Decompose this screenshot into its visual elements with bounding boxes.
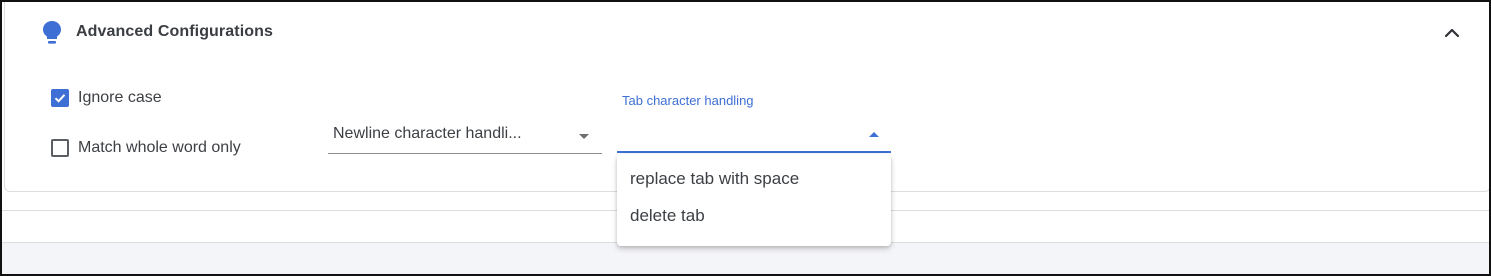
menu-item-delete-tab[interactable]: delete tab: [617, 197, 891, 234]
tab-handling-select[interactable]: [617, 116, 891, 153]
caret-up-icon: [869, 132, 879, 137]
panel-title: Advanced Configurations: [76, 23, 273, 40]
chevron-up-icon[interactable]: [1439, 21, 1465, 45]
screen: Advanced Configurations Ignore case Matc…: [0, 0, 1491, 276]
ignore-case-checkbox[interactable]: Ignore case: [51, 89, 162, 107]
menu-item-replace-tab[interactable]: replace tab with space: [617, 160, 891, 197]
lightbulb-icon: [41, 19, 63, 47]
caret-down-icon: [579, 134, 589, 139]
match-whole-word-checkbox[interactable]: Match whole word only: [51, 139, 241, 157]
newline-select-value: Newline character handli...: [333, 125, 522, 142]
tab-handling-label: Tab character handling: [622, 93, 754, 108]
newline-handling-select[interactable]: Newline character handli...: [328, 116, 602, 154]
checkbox-unchecked-icon[interactable]: [51, 139, 69, 157]
page-background: [2, 242, 1489, 274]
checkbox-checked-icon[interactable]: [51, 89, 69, 107]
tab-handling-menu: replace tab with space delete tab: [617, 154, 891, 246]
ignore-case-label: Ignore case: [78, 89, 162, 106]
match-whole-word-label: Match whole word only: [78, 139, 241, 156]
